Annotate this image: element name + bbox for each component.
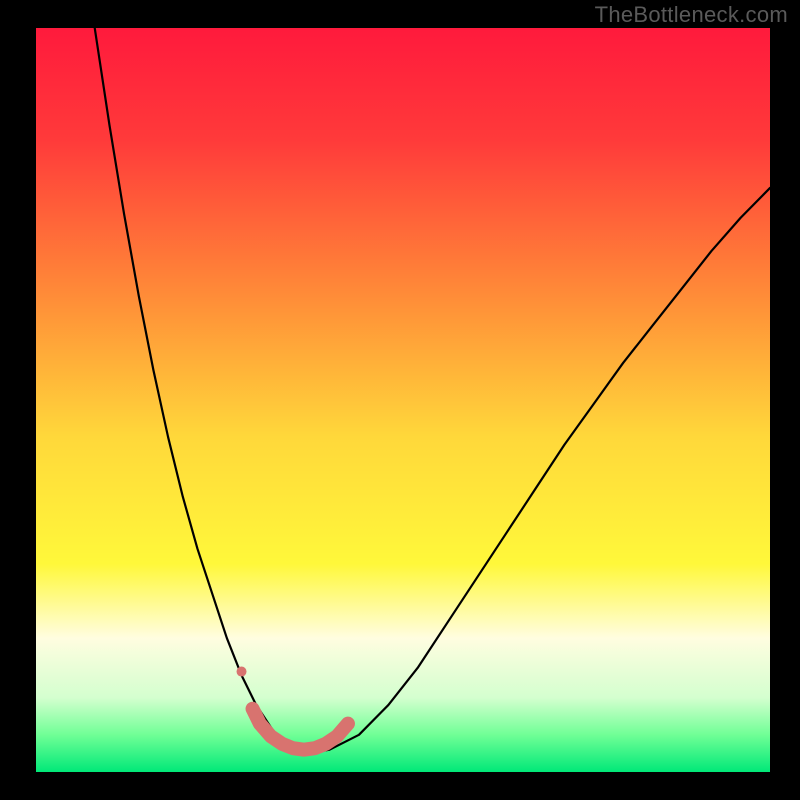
chart-svg <box>0 0 800 800</box>
plot-background <box>36 28 770 772</box>
series-left-dot-point <box>237 667 247 677</box>
watermark-text: TheBottleneck.com <box>595 2 788 28</box>
chart-container: TheBottleneck.com <box>0 0 800 800</box>
